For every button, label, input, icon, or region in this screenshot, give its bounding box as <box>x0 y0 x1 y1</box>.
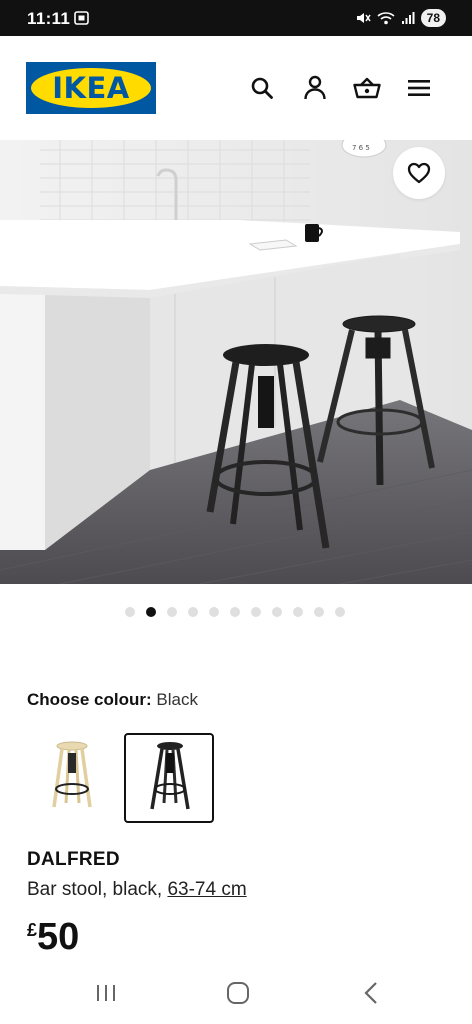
search-icon <box>251 77 273 99</box>
site-header: IKEA <box>0 36 472 140</box>
wifi-icon <box>377 12 395 25</box>
screenshot-icon <box>74 11 89 25</box>
carousel-indicators <box>0 607 472 617</box>
carousel-dot[interactable] <box>146 607 156 617</box>
status-time: 11:11 <box>27 9 71 28</box>
recent-apps-button[interactable] <box>86 978 126 1008</box>
product-image[interactable]: 7 6 5 <box>0 140 472 584</box>
colour-label: Choose colour: <box>27 690 152 709</box>
back-button[interactable] <box>351 978 391 1008</box>
back-icon <box>364 982 377 1004</box>
product-name: DALFRED <box>27 849 120 870</box>
battery-indicator: 78 <box>420 9 446 27</box>
carousel-dot[interactable] <box>209 607 219 617</box>
menu-button[interactable] <box>405 74 433 102</box>
product-description-text: Bar stool, black, <box>27 879 168 900</box>
product-price: £50 <box>27 918 79 956</box>
price-amount: 50 <box>37 916 80 958</box>
status-right: 78 <box>355 8 446 28</box>
natural-stool-thumbnail <box>52 741 92 808</box>
home-button[interactable] <box>218 978 258 1008</box>
carousel-dot[interactable] <box>167 607 177 617</box>
system-nav-bar <box>0 966 472 1024</box>
colour-option-natural[interactable] <box>28 733 118 823</box>
colour-chooser-label: Choose colour: Black <box>27 690 198 710</box>
colour-option-black[interactable] <box>124 733 214 823</box>
recent-apps-icon <box>97 985 115 1001</box>
carousel-dot[interactable] <box>125 607 135 617</box>
carousel-dot[interactable] <box>272 607 282 617</box>
profile-icon <box>304 75 326 100</box>
basket-icon <box>353 77 381 99</box>
carousel-dot[interactable] <box>293 607 303 617</box>
product-size-link[interactable]: 63-74 cm <box>167 879 246 900</box>
basket-button[interactable] <box>353 74 381 102</box>
status-bar: 11:11 78 <box>0 0 472 36</box>
home-icon <box>227 982 249 1004</box>
carousel-dot[interactable] <box>188 607 198 617</box>
logo-text: IKEA <box>52 71 130 105</box>
search-button[interactable] <box>248 74 276 102</box>
price-currency: £ <box>27 920 38 940</box>
black-stool-thumbnail <box>150 742 190 810</box>
profile-button[interactable] <box>301 74 329 102</box>
signal-icon <box>401 12 415 24</box>
mute-icon <box>356 13 371 23</box>
product-photo: 7 6 5 <box>0 140 472 584</box>
favourite-button[interactable] <box>393 147 445 199</box>
svg-text:7 6 5: 7 6 5 <box>352 144 370 152</box>
heart-icon <box>407 162 431 184</box>
ikea-logo[interactable]: IKEA <box>26 62 156 114</box>
carousel-dot[interactable] <box>251 607 261 617</box>
product-description: Bar stool, black, 63-74 cm <box>27 879 247 901</box>
selected-colour: Black <box>156 690 198 709</box>
carousel-dot[interactable] <box>230 607 240 617</box>
carousel-dot[interactable] <box>314 607 324 617</box>
carousel-dot[interactable] <box>335 607 345 617</box>
menu-icon <box>408 80 430 96</box>
